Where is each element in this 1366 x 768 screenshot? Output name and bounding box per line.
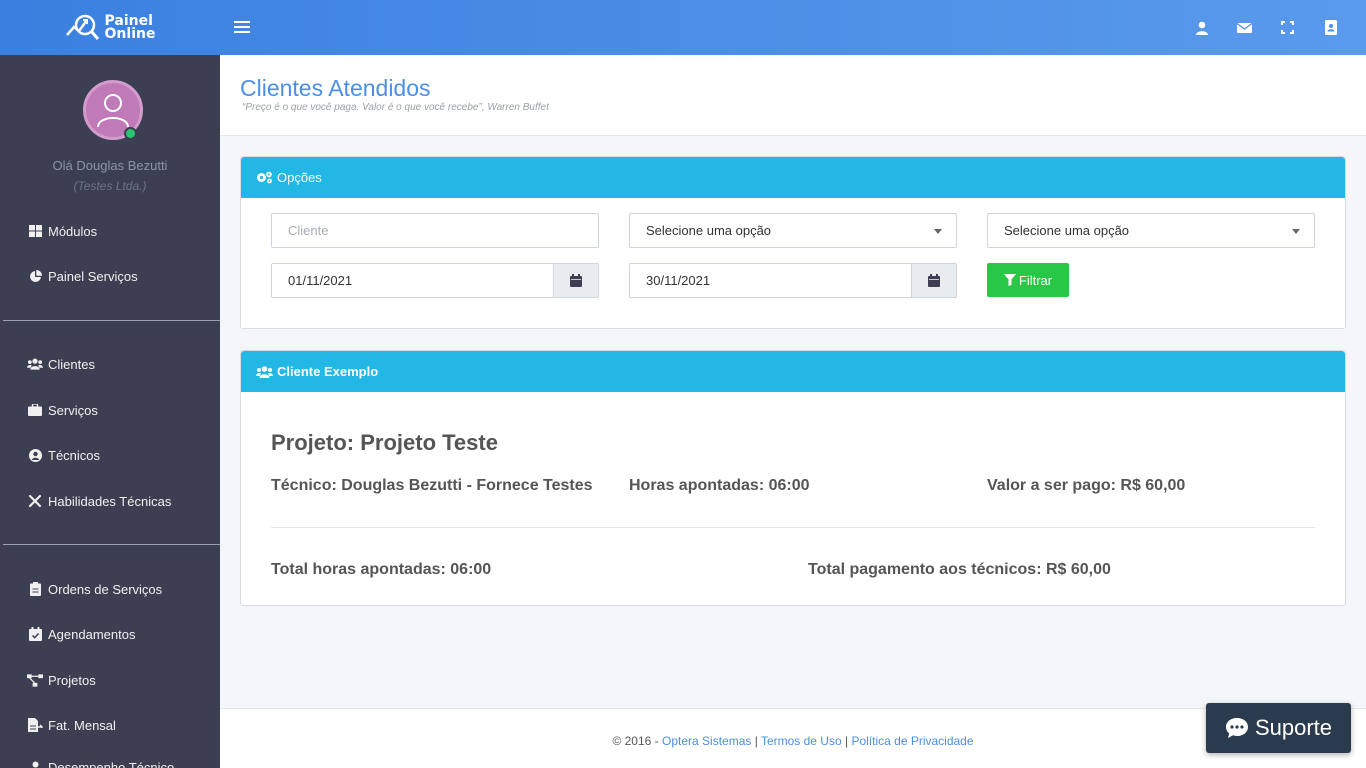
envelope-icon[interactable]	[1223, 0, 1266, 55]
sidebar-divider	[3, 320, 220, 321]
filter-button-label: Filtrar	[1018, 272, 1053, 288]
footer-terms-link[interactable]: Termos de Uso	[761, 734, 842, 748]
value-label: Valor a ser pago: R$ 60,00	[987, 477, 1186, 494]
sidebar-item-label: Agendamentos	[48, 626, 136, 642]
fullscreen-icon[interactable]	[1266, 0, 1309, 55]
chevron-down-icon	[934, 229, 942, 234]
sidebar-item-projetos[interactable]: Projetos	[27, 668, 96, 692]
sidebar-item-label: Painel Serviços	[48, 268, 138, 284]
page-header: Clientes Atendidos “Preço é o que você p…	[220, 55, 1366, 136]
brand-logo[interactable]: Painel Online	[0, 0, 220, 55]
sidebar-item-label: Serviços	[48, 402, 98, 418]
briefcase-icon	[27, 402, 43, 418]
support-button-label: Suporte	[1254, 715, 1333, 740]
project-title: Projeto: Projeto Teste	[271, 430, 498, 455]
sidebar-item-desempenho-tecnico[interactable]: Desempenho Técnico	[27, 755, 174, 768]
chevron-down-icon	[1292, 229, 1300, 234]
users-icon	[27, 356, 43, 372]
sidebar-item-modulos[interactable]: Módulos	[27, 219, 97, 243]
sidebar-item-fat-mensal[interactable]: Fat. Mensal	[27, 713, 116, 737]
filter-icon	[1003, 274, 1016, 286]
sidebar-item-label: Técnicos	[48, 447, 101, 463]
end-date-input[interactable]: 30/11/2021	[629, 263, 912, 298]
tools-icon	[27, 493, 43, 509]
pie-chart-icon	[27, 268, 43, 284]
chat-icon	[1225, 717, 1249, 739]
sidebar-divider	[3, 544, 220, 545]
sidebar-item-label: Fat. Mensal	[48, 717, 116, 733]
address-book-icon[interactable]	[1309, 0, 1352, 55]
options-card-header: Opções	[241, 157, 1345, 198]
sidebar-item-habilidades-tecnicas[interactable]: Habilidades Técnicas	[27, 489, 171, 513]
menu-toggle-icon[interactable]	[234, 18, 250, 36]
sidebar: Olá Douglas Bezutti (Testes Ltda.) Módul…	[0, 55, 220, 768]
start-date-input[interactable]: 01/11/2021	[271, 263, 554, 298]
sidebar-item-label: Ordens de Serviços	[48, 581, 163, 597]
sidebar-item-label: Habilidades Técnicas	[48, 493, 172, 509]
footer-company-link[interactable]: Optera Sistemas	[662, 734, 751, 748]
sidebar-item-servicos[interactable]: Serviços	[27, 398, 98, 422]
client-input[interactable]: Cliente	[271, 213, 599, 248]
sidebar-item-label: Módulos	[48, 223, 98, 239]
select-option-1[interactable]: Selecione uma opção	[629, 213, 957, 248]
start-date-calendar-button[interactable]	[554, 263, 599, 298]
page-title: Clientes Atendidos	[240, 75, 431, 101]
select-option-2-value: Selecione uma opção	[1004, 223, 1130, 238]
users-icon	[256, 365, 273, 378]
sidebar-item-label: Projetos	[48, 672, 96, 688]
end-date-calendar-button[interactable]	[912, 263, 957, 298]
footer-separator: |	[841, 734, 852, 748]
sidebar-item-painel-servicos[interactable]: Painel Serviços	[27, 264, 138, 288]
options-card: Opções Cliente Selecione uma opção Selec…	[240, 156, 1346, 329]
user-circle-icon	[27, 447, 43, 463]
client-card-header: Cliente Exemplo	[241, 351, 1345, 392]
total-payment-label: Total pagamento aos técnicos: R$ 60,00	[808, 561, 1111, 578]
footer: © 2016 - Optera Sistemas | Termos de Uso…	[220, 708, 1366, 768]
sidebar-item-label: Desempenho Técnico	[48, 759, 175, 768]
top-actions	[1180, 0, 1352, 55]
sidebar-item-agendamentos[interactable]: Agendamentos	[27, 622, 135, 646]
footer-separator: |	[751, 734, 761, 748]
file-invoice-icon	[27, 717, 43, 733]
clipboard-icon	[27, 581, 43, 597]
client-card: Cliente Exemplo Projeto: Projeto Teste T…	[240, 350, 1346, 606]
sidebar-item-clientes[interactable]: Clientes	[27, 352, 95, 376]
hours-label: Horas apontadas: 06:00	[629, 477, 810, 494]
page-quote: “Preço é o que você paga. Valor é o que …	[242, 102, 549, 113]
footer-copyright: © 2016 -	[612, 734, 662, 748]
sidebar-item-label: Clientes	[48, 356, 95, 372]
support-button[interactable]: Suporte	[1206, 703, 1351, 753]
total-hours-label: Total horas apontadas: 06:00	[271, 561, 492, 578]
technician-label: Técnico: Douglas Bezutti - Fornece Teste…	[271, 477, 593, 494]
top-navbar: Painel Online	[0, 0, 1366, 55]
brand-line2: Online	[104, 25, 156, 42]
cogs-icon	[256, 171, 273, 184]
select-option-1-value: Selecione uma opção	[646, 223, 772, 238]
brand-text: Painel Online	[104, 14, 156, 42]
grid-icon	[27, 223, 43, 239]
client-card-title: Cliente Exemplo	[277, 364, 379, 379]
online-status-icon	[124, 127, 137, 140]
calendar-icon	[928, 274, 940, 287]
card-divider	[271, 527, 1315, 528]
user-company: (Testes Ltda.)	[73, 179, 147, 193]
calendar-icon	[570, 274, 582, 287]
sidebar-item-ordens-de-servicos[interactable]: Ordens de Serviços	[27, 577, 162, 601]
user-chart-icon	[27, 759, 43, 768]
project-diagram-icon	[27, 672, 43, 688]
select-option-2[interactable]: Selecione uma opção	[987, 213, 1315, 248]
logo-icon	[65, 14, 99, 40]
options-card-title: Opções	[277, 170, 322, 185]
user-greeting: Olá Douglas Bezutti	[52, 158, 168, 173]
sidebar-item-tecnicos[interactable]: Técnicos	[27, 443, 100, 467]
filter-button[interactable]: Filtrar	[987, 263, 1069, 297]
user-icon[interactable]	[1180, 0, 1223, 55]
calendar-check-icon	[27, 626, 43, 642]
main-content: Clientes Atendidos “Preço é o que você p…	[220, 55, 1366, 768]
footer-privacy-link[interactable]: Política de Privacidade	[851, 734, 973, 748]
